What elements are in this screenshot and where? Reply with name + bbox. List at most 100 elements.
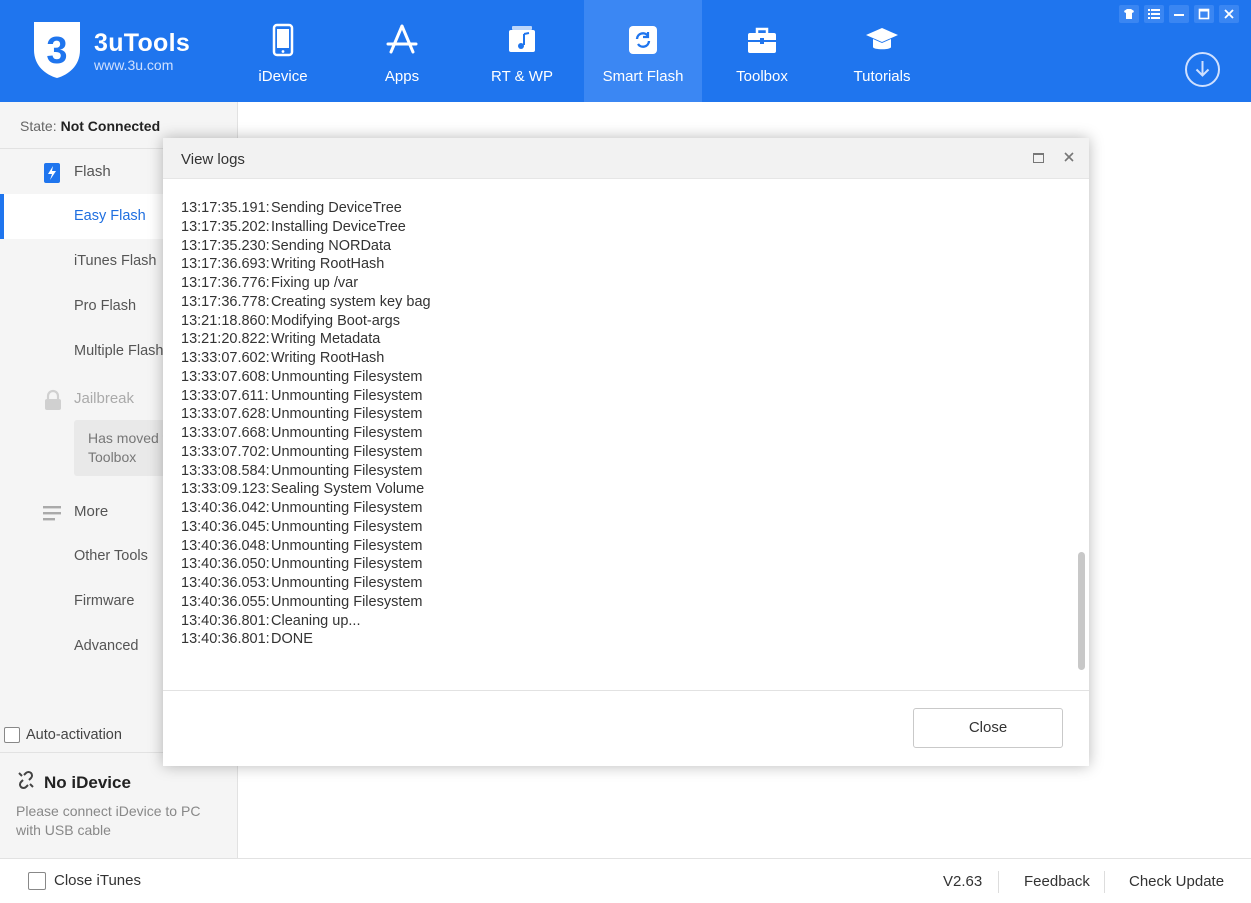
log-line: 13:40:36.050:Unmounting Filesystem — [181, 555, 423, 573]
log-line: 13:17:35.202:Installing DeviceTree — [181, 218, 406, 236]
log-line: 13:40:36.055:Unmounting Filesystem — [181, 593, 423, 611]
log-line: 13:33:07.611: Unmounting Filesystem — [181, 387, 423, 405]
log-line: 13:17:36.693:Writing RootHash — [181, 255, 384, 273]
nav-label: Toolbox — [736, 68, 788, 85]
log-message: Unmounting Filesystem — [271, 593, 423, 610]
log-message: Creating system key bag — [271, 293, 431, 310]
log-line: 13:17:35.230:Sending NORData — [181, 237, 391, 255]
brand: 3uTools www.3u.com — [94, 30, 190, 73]
dialog-title-bar[interactable]: View logs — [163, 138, 1089, 179]
close-itunes-label: Close iTunes — [54, 872, 141, 889]
auto-activation-label: Auto-activation — [26, 727, 122, 743]
3utools-logo: 3 — [30, 20, 84, 80]
log-line: 13:40:36.045:Unmounting Filesystem — [181, 518, 423, 536]
log-timestamp: 13:40:36.042: — [181, 500, 270, 516]
log-line: 13:21:18.860:Modifying Boot-args — [181, 312, 400, 330]
log-timestamp: 13:33:08.584: — [181, 462, 270, 479]
log-timestamp: 13:40:36.801: — [181, 612, 270, 629]
nav-tab-idevice[interactable]: iDevice — [224, 0, 342, 102]
auto-activation-checkbox[interactable] — [4, 727, 20, 744]
music-icon — [504, 22, 540, 58]
close-button[interactable]: Close — [913, 708, 1063, 748]
log-timestamp: 13:17:36.778: — [181, 293, 270, 310]
log-message: Modifying Boot-args — [271, 312, 400, 329]
close-itunes-checkbox[interactable] — [28, 872, 46, 891]
svg-text:3: 3 — [46, 30, 67, 72]
log-message: Unmounting Filesystem — [271, 537, 423, 554]
nav-tab-apps[interactable]: Apps — [343, 0, 461, 102]
maximize-button[interactable] — [1194, 5, 1214, 23]
no-device-title: No iDevice — [44, 772, 131, 792]
log-scrollbar[interactable] — [1078, 552, 1085, 670]
log-message: Unmounting Filesystem — [271, 425, 423, 441]
close-itunes-option[interactable]: Close iTunes — [28, 872, 141, 891]
download-icon — [1187, 61, 1218, 89]
auto-activation-option[interactable]: Auto-activation — [4, 727, 122, 744]
graduation-cap-icon — [864, 22, 900, 58]
dialog-title: View logs — [181, 151, 245, 168]
log-list[interactable]: 13:17:35.191:Sending DeviceTree 13:17:35.… — [163, 179, 1089, 690]
maximize-icon — [1194, 8, 1214, 20]
log-line: 13:40:36.801:DONE — [181, 630, 313, 648]
smart-flash-icon — [625, 22, 661, 58]
log-line: 13:33:09.123:Sealing System Volume — [181, 480, 424, 498]
menu-list-icon — [1144, 8, 1164, 20]
log-message: Unmounting Filesystem — [271, 443, 423, 460]
state-label: State: — [20, 118, 57, 134]
check-update-link[interactable]: Check Update — [1129, 873, 1224, 890]
log-message: Installing DeviceTree — [271, 218, 406, 235]
dialog-close-icon[interactable] — [1061, 149, 1077, 165]
log-line: 13:33:07.668:Unmounting Filesystem — [181, 424, 423, 442]
dialog-maximize-icon[interactable] — [1033, 153, 1044, 163]
state-value: Not Connected — [60, 118, 161, 134]
minimize-button[interactable] — [1169, 5, 1189, 23]
toolbox-icon — [744, 22, 780, 58]
menu-button[interactable] — [1144, 5, 1164, 23]
window-close-button[interactable] — [1219, 5, 1239, 23]
log-timestamp: 13:40:36.045: — [181, 518, 270, 535]
log-timestamp: 13:17:35.191: — [181, 200, 270, 216]
log-message: Writing RootHash — [271, 350, 385, 366]
log-message: Unmounting Filesystem — [271, 500, 423, 516]
log-timestamp: 13:40:36.055: — [181, 593, 270, 610]
log-line: 13:33:08.584:Unmounting Filesystem — [181, 462, 423, 480]
log-message: Writing Metadata — [271, 331, 381, 348]
log-line: 13:33:07.608:Unmounting Filesystem — [181, 368, 423, 386]
log-message: Sealing System Volume — [271, 481, 425, 498]
nav-tab-tutorials[interactable]: Tutorials — [823, 0, 941, 102]
log-message: Unmounting Filesystem — [271, 462, 423, 479]
nav-label: Tutorials — [853, 68, 911, 85]
log-timestamp: 13:17:35.230: — [181, 237, 270, 254]
view-logs-dialog: View logs 13:17:35.191:Sending DeviceTre… — [163, 138, 1089, 766]
log-timestamp: 13:33:07.602: — [181, 350, 270, 366]
app-store-icon — [384, 22, 420, 58]
phone-icon — [265, 22, 301, 58]
log-message: Unmounting Filesystem — [271, 556, 423, 573]
log-message: Unmounting Filesystem — [271, 387, 423, 404]
log-message: Unmounting Filesystem — [271, 368, 423, 385]
log-line: 13:40:36.042:Unmounting Filesystem — [181, 499, 423, 517]
nav-tab-rt-wp[interactable]: RT & WP — [463, 0, 581, 102]
log-line: 13:33:07.602:Writing RootHash — [181, 349, 384, 367]
log-message: DONE — [271, 631, 313, 648]
log-message: Cleaning up... — [271, 612, 361, 629]
log-timestamp: 13:33:09.123: — [181, 481, 270, 498]
log-message: Sending DeviceTree — [271, 200, 402, 216]
nav-tab-smart-flash[interactable]: Smart Flash — [584, 0, 702, 102]
log-timestamp: 13:33:07.702: — [181, 443, 270, 460]
log-timestamp: 13:33:07.611: — [181, 387, 269, 404]
brand-name: 3uTools — [94, 29, 191, 57]
log-timestamp: 13:17:36.693: — [181, 256, 270, 273]
close-icon — [1219, 8, 1239, 20]
feedback-link[interactable]: Feedback — [1024, 873, 1090, 890]
log-timestamp: 13:17:36.776: — [181, 275, 270, 291]
no-device-status: No iDevice — [16, 770, 131, 795]
log-timestamp: 13:40:36.048: — [181, 537, 270, 554]
connection-state: State: Not Connected — [20, 118, 160, 134]
skin-button[interactable] — [1119, 5, 1139, 23]
nav-tab-toolbox[interactable]: Toolbox — [703, 0, 821, 102]
download-button[interactable] — [1185, 52, 1220, 87]
brand-url: www.3u.com — [94, 57, 174, 73]
section-label: More — [74, 503, 109, 520]
log-line: 13:17:35.191:Sending DeviceTree — [181, 199, 402, 217]
